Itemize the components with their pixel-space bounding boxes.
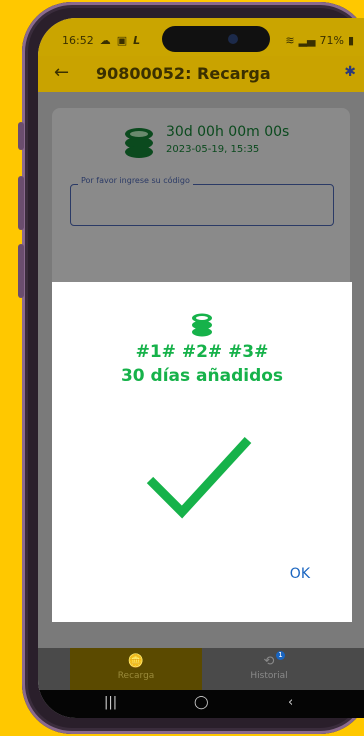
- cloud-icon: ☁: [99, 34, 111, 47]
- remaining-time: 30d 00h 00m 00s: [166, 124, 290, 140]
- page-title: 90800052: Recarga: [96, 64, 271, 83]
- history-icon: ⟲: [263, 654, 275, 669]
- camera-cutout: [162, 26, 270, 52]
- image-icon: ▣: [116, 34, 128, 47]
- side-button-volume-up: [18, 176, 24, 230]
- dialog-codes: #1# #2# #3#: [135, 342, 269, 362]
- bluetooth-icon[interactable]: ✱: [344, 64, 356, 80]
- checkmark-icon: [146, 436, 252, 519]
- back-icon[interactable]: ‹: [288, 695, 293, 710]
- wifi-icon: ≋: [285, 34, 295, 47]
- code-input[interactable]: [70, 184, 334, 226]
- l-icon: L: [133, 34, 141, 47]
- ok-button[interactable]: OK: [290, 566, 310, 582]
- screen: 16:52 ☁ ▣ L ≋ ▂▄ 71% ▮ ← 90800052: Recar…: [38, 18, 364, 718]
- code-input-label: Por favor ingrese su código: [78, 176, 193, 185]
- home-icon[interactable]: ◯: [194, 695, 209, 710]
- recharge-card: 30d 00h 00m 00s 2023-05-19, 15:35 Por fa…: [52, 108, 350, 298]
- status-bar: 16:52 ☁ ▣ L ≋ ▂▄ 71% ▮: [38, 18, 364, 56]
- nav-item-recarga[interactable]: 🪙 Recarga: [70, 648, 202, 690]
- coins-icon: 🪙: [127, 654, 145, 669]
- dialog-message: 30 días añadidos: [120, 366, 284, 386]
- system-nav: ||| ◯ ‹: [38, 690, 364, 718]
- recharge-date: 2023-05-19, 15:35: [166, 144, 260, 155]
- nav-item-historial[interactable]: ⟲ 1 Historial: [202, 648, 336, 690]
- battery-label: 71%: [319, 34, 344, 47]
- arrow-left-icon[interactable]: ←: [54, 62, 69, 83]
- coins-icon: [192, 313, 212, 337]
- signal-icon: ▂▄: [298, 34, 316, 47]
- side-button-mute: [18, 122, 24, 150]
- status-right: ≋ ▂▄ 71% ▮: [285, 34, 354, 47]
- coins-icon: [125, 128, 153, 158]
- nav-label-recarga: Recarga: [117, 671, 155, 681]
- main-content: 30d 00h 00m 00s 2023-05-19, 15:35 Por fa…: [38, 92, 364, 648]
- success-dialog: #1# #2# #3# 30 días añadidos OK: [52, 282, 352, 622]
- side-button-volume-down: [18, 244, 24, 298]
- nav-label-historial: Historial: [250, 671, 288, 681]
- battery-icon: ▮: [347, 34, 354, 47]
- recents-icon[interactable]: |||: [104, 695, 117, 710]
- bottom-nav: 🪙 Recarga ⟲ 1 Historial: [38, 648, 364, 690]
- status-left: 16:52 ☁ ▣ L: [62, 34, 140, 47]
- notification-badge: 1: [276, 651, 285, 660]
- app-bar: ← 90800052: Recarga ✱: [38, 56, 364, 92]
- status-time: 16:52: [62, 34, 94, 47]
